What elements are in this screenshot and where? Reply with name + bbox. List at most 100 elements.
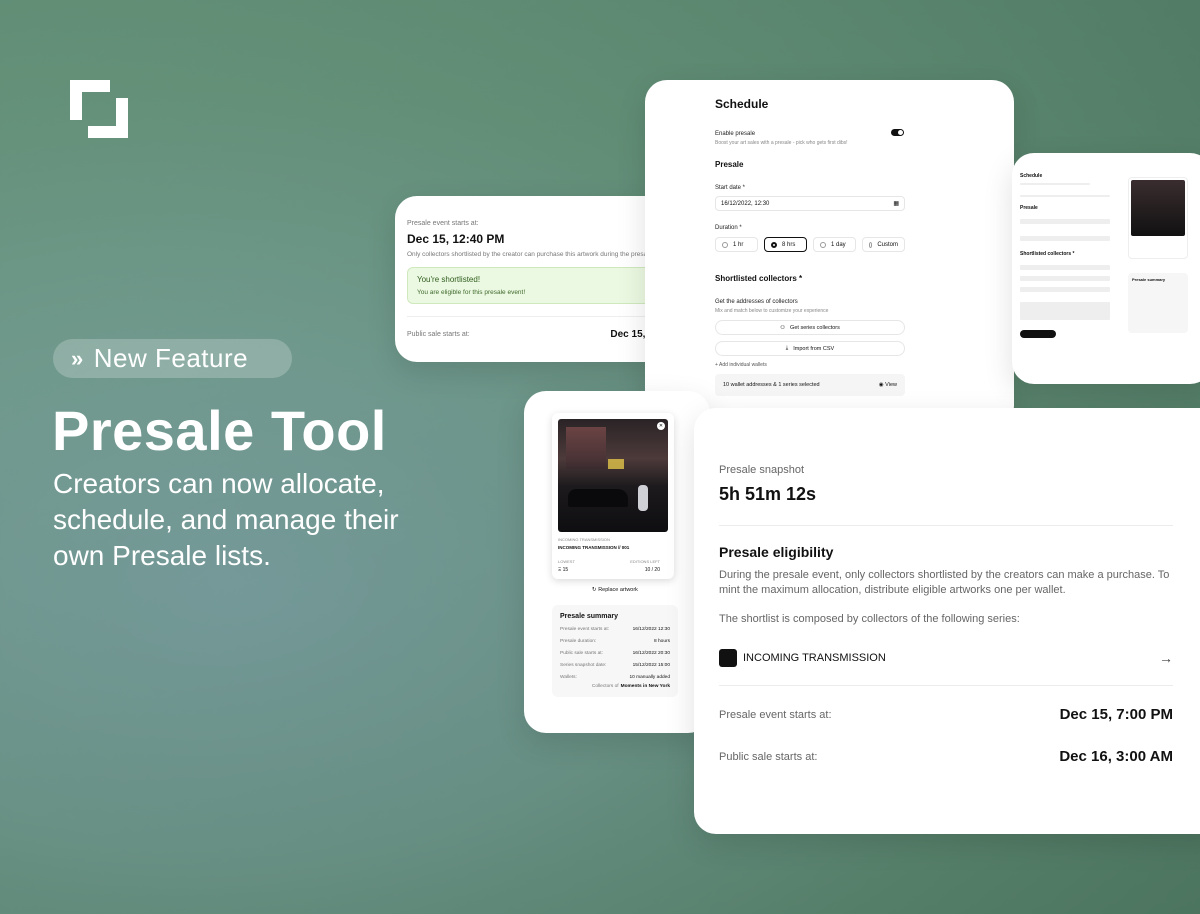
shortlisted-collectors-heading: Shortlisted collectors * bbox=[715, 274, 803, 283]
duration-option-custom[interactable]: Custom bbox=[862, 237, 905, 252]
snapshot-label: Presale snapshot bbox=[719, 464, 804, 476]
lowest-value: Ξ 15 bbox=[558, 567, 569, 573]
mini-summary: Presale summary bbox=[1128, 273, 1188, 333]
view-button[interactable]: ◉ View bbox=[879, 382, 897, 388]
placeholder-field bbox=[1020, 265, 1110, 270]
artwork-collection: INCOMING TRANSMISSION bbox=[558, 537, 610, 542]
shortlisted-text: You are eligible for this presale event! bbox=[417, 289, 526, 296]
enable-presale-toggle[interactable] bbox=[891, 129, 904, 136]
replace-artwork-label: Replace artwork bbox=[598, 587, 638, 593]
placeholder-field bbox=[1020, 302, 1110, 320]
mini-schedule-card: Schedule Presale Shortlisted collectors … bbox=[1012, 153, 1200, 384]
mini-artwork-image bbox=[1131, 180, 1185, 236]
enable-presale-row: Enable presale Boost your art sales with… bbox=[715, 131, 1014, 146]
eligibility-title: Presale eligibility bbox=[719, 544, 834, 560]
presale-summary: Presale summary Presale event starts at:… bbox=[552, 605, 678, 697]
radio-selected-icon bbox=[771, 241, 777, 248]
placeholder-field bbox=[1020, 219, 1110, 224]
get-series-collectors-button[interactable]: ⚇ Get series collectors bbox=[715, 320, 905, 335]
summary-value: 15/12/2022 15:00 bbox=[632, 663, 670, 668]
summary-key: Series snapshot date: bbox=[560, 663, 607, 668]
start-date-value: 16/12/2022, 12:30 bbox=[721, 200, 770, 207]
replace-artwork-button[interactable]: ↻ Replace artwork bbox=[552, 587, 678, 593]
add-wallets-label: Add individual wallets bbox=[719, 362, 767, 368]
import-csv-button[interactable]: ⤓ Import from CSV bbox=[715, 341, 905, 356]
eligibility-card: Presale snapshot 5h 51m 12s Presale elig… bbox=[694, 408, 1200, 834]
placeholder-line bbox=[1020, 195, 1110, 197]
new-feature-badge: » New Feature bbox=[53, 339, 292, 378]
duration-option-8hrs[interactable]: 8 hrs bbox=[764, 237, 807, 252]
placeholder-field bbox=[1020, 276, 1110, 281]
public-sale-row: Public sale starts at: Dec 16, 3:00 AM bbox=[719, 748, 1173, 765]
summary-value: 8 hours bbox=[654, 639, 670, 644]
addresses-sub: Mix and match below to customize your ex… bbox=[715, 308, 829, 314]
schedule-title: Schedule bbox=[715, 97, 769, 111]
radio-icon bbox=[869, 241, 873, 248]
placeholder-field bbox=[1020, 236, 1110, 241]
editions-label: EDITIONS LEFT bbox=[630, 559, 660, 564]
duration-option-label: 1 hr bbox=[733, 241, 744, 248]
brand-logo-icon bbox=[70, 80, 128, 138]
badge-label: New Feature bbox=[93, 343, 249, 373]
duration-option-1day[interactable]: 1 day bbox=[813, 237, 856, 252]
schedule-card: Schedule Enable presale Boost your art s… bbox=[645, 80, 1014, 428]
divider bbox=[719, 525, 1173, 526]
artwork-image bbox=[558, 419, 668, 532]
series-thumbnail bbox=[719, 649, 737, 667]
add-wallets-link[interactable]: + Add individual wallets bbox=[715, 362, 1014, 368]
duration-options: 1 hr 8 hrs 1 day Custom bbox=[715, 237, 1014, 252]
public-sale-label: Public sale starts at: bbox=[407, 331, 470, 338]
mini-artwork-card bbox=[1128, 177, 1188, 259]
summary-value: 16/12/2022 20:30 bbox=[632, 651, 670, 656]
remove-artwork-icon[interactable]: ✕ bbox=[657, 422, 665, 430]
artwork-card: ✕ INCOMING TRANSMISSION INCOMING TRANSMI… bbox=[524, 391, 710, 733]
summary-key: Public sale starts at: bbox=[560, 651, 603, 656]
wallets-summary: 10 wallet addresses & 1 series selected bbox=[723, 382, 820, 388]
building-shape bbox=[566, 427, 606, 469]
download-icon: ⤓ bbox=[785, 345, 789, 351]
hero-title: Presale Tool bbox=[52, 399, 387, 462]
snapshot-countdown: 5h 51m 12s bbox=[719, 484, 817, 504]
shortlisted-title: You're shortlisted! bbox=[417, 275, 481, 284]
summary-collectors: Collectors of Moments in New York bbox=[560, 684, 670, 689]
duration-option-label: 8 hrs bbox=[782, 241, 796, 248]
presale-event-label: Presale event starts at: bbox=[719, 708, 832, 721]
summary-key: Presale event starts at: bbox=[560, 627, 610, 632]
artwork-stat-values: Ξ 15 10 / 20 bbox=[558, 567, 668, 573]
summary-row: Presale event starts at: 16/12/2022 12:30 bbox=[560, 627, 670, 632]
presale-heading: Presale bbox=[715, 160, 744, 169]
divider bbox=[719, 685, 1173, 686]
public-sale-date: Dec 16, 3:00 AM bbox=[1059, 748, 1173, 765]
start-date-input[interactable]: 16/12/2022, 12:30 ▦ bbox=[715, 196, 905, 211]
enable-presale-label: Enable presale bbox=[715, 131, 756, 137]
presale-event-row: Presale event starts at: Dec 15, 7:00 PM bbox=[719, 706, 1173, 723]
arrow-right-icon: → bbox=[1159, 650, 1173, 666]
duration-option-1hr[interactable]: 1 hr bbox=[715, 237, 758, 252]
artwork-stat-labels: LOWEST EDITIONS LEFT bbox=[558, 559, 668, 564]
series-row[interactable]: INCOMING TRANSMISSION → bbox=[719, 649, 1173, 685]
mini-save-button[interactable] bbox=[1020, 330, 1056, 338]
summary-row: Presale duration: 8 hours bbox=[560, 639, 670, 644]
public-sale-label: Public sale starts at: bbox=[719, 750, 818, 763]
radio-icon bbox=[820, 241, 826, 248]
calendar-icon: ▦ bbox=[893, 201, 899, 207]
artwork-title: INCOMING TRANSMISSION // 001 bbox=[558, 545, 630, 550]
shortlist-composed-text: The shortlist is composed by collectors … bbox=[719, 613, 1020, 625]
duration-option-label: 1 day bbox=[831, 241, 846, 248]
summary-row: Series snapshot date: 15/12/2022 15:00 bbox=[560, 663, 670, 668]
lowest-label: LOWEST bbox=[558, 559, 575, 564]
wallets-summary-row: 10 wallet addresses & 1 series selected … bbox=[715, 374, 905, 396]
summary-value: 16/12/2022 12:30 bbox=[632, 627, 670, 632]
collectors-prefix: Collectors of bbox=[591, 684, 619, 689]
double-chevron-right-icon: » bbox=[71, 345, 84, 371]
view-label: View bbox=[885, 382, 897, 388]
summary-title: Presale summary bbox=[560, 613, 618, 620]
get-series-label: Get series collectors bbox=[790, 324, 840, 331]
import-csv-label: Import from CSV bbox=[793, 345, 835, 352]
collectors-series: Moments in New York bbox=[620, 684, 670, 689]
eligibility-text: During the presale event, only collector… bbox=[719, 569, 1170, 596]
placeholder-field bbox=[1020, 287, 1110, 292]
person-shape bbox=[638, 485, 648, 511]
summary-key: Wallets: bbox=[560, 675, 577, 680]
presale-event-date: Dec 15, 7:00 PM bbox=[1059, 706, 1173, 723]
